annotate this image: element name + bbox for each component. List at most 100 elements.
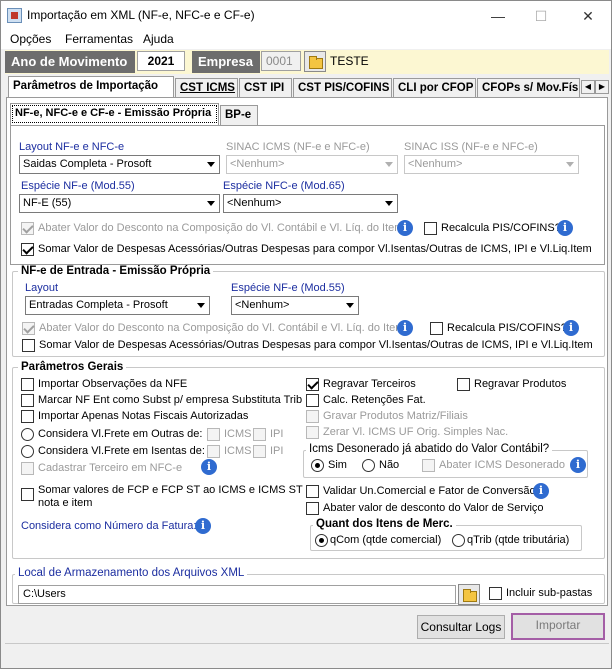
sinac-icms-select[interactable]: <Nenhum>: [226, 155, 398, 174]
tab-cst-pis[interactable]: CST PIS/COFINS: [293, 78, 392, 98]
folder-icon[interactable]: [458, 584, 480, 605]
gerais-title: Parâmetros Gerais: [18, 361, 127, 373]
especie-nfce-value: <Nenhum>: [227, 197, 282, 209]
maximize-button[interactable]: ☐: [526, 6, 556, 26]
info-icon[interactable]: i: [557, 220, 573, 236]
menu-opcoes[interactable]: Opções: [10, 32, 51, 46]
tab-scroll-left-icon[interactable]: ◀: [581, 80, 595, 94]
frete-outras-icms-label: ICMS: [224, 428, 252, 440]
validar-un-label: Validar Un.Comercial e Fator de Conversã…: [323, 485, 536, 497]
entrada-recalcula-checkbox[interactable]: [430, 322, 443, 335]
importar-obs-checkbox[interactable]: [21, 378, 34, 391]
calc-retencoes-checkbox[interactable]: [306, 394, 319, 407]
tab-cfops[interactable]: CFOPs s/ Mov.Fís: [477, 78, 580, 98]
qtrib-radio[interactable]: [452, 534, 465, 547]
tab-cli-cfop[interactable]: CLI por CFOP: [393, 78, 476, 98]
ano-field[interactable]: 2021: [137, 51, 185, 71]
entrada-somar-label: Somar Valor de Despesas Acessórias/Outra…: [39, 339, 593, 351]
local-path-input[interactable]: C:\Users: [18, 585, 456, 604]
info-icon[interactable]: i: [570, 457, 586, 473]
frete-isentas-icms-checkbox[interactable]: [207, 445, 220, 458]
deson-nao-radio[interactable]: [362, 459, 375, 472]
frete-isentas-ipi-label: IPI: [270, 445, 284, 457]
importar-autorizadas-checkbox[interactable]: [21, 410, 34, 423]
tab-cst-ipi-label: CST IPI: [244, 82, 285, 94]
chevron-down-icon: [203, 195, 219, 212]
chevron-down-icon: [381, 195, 397, 212]
frete-outras-icms-checkbox[interactable]: [207, 428, 220, 441]
regravar-produtos-checkbox[interactable]: [457, 378, 470, 391]
especie-nfce-label: Espécie NFC-e (Mod.65): [223, 180, 345, 192]
tab-cfops-label: CFOPs s/ Mov.Fís: [482, 82, 579, 94]
especie-nfe-select[interactable]: NF-E (55): [19, 194, 220, 213]
subtab-nfe[interactable]: NF-e, NFC-e e CF-e - Emissão Própria: [10, 103, 219, 125]
info-icon[interactable]: i: [533, 483, 549, 499]
frete-isentas-radio[interactable]: [21, 445, 34, 458]
icms-deson-title: Icms Desonerado já abatido do Valor Cont…: [306, 443, 553, 455]
tab-parametros[interactable]: Parâmetros de Importação: [8, 76, 174, 98]
info-icon[interactable]: i: [195, 518, 211, 534]
validar-un-checkbox[interactable]: [306, 485, 319, 498]
frete-isentas-ipi-checkbox[interactable]: [253, 445, 266, 458]
abater-desconto-checkbox[interactable]: [21, 222, 34, 235]
minimize-button[interactable]: —: [483, 6, 513, 26]
somar-fcp-checkbox[interactable]: [21, 488, 34, 501]
window-title: Importação em XML (NF-e, NFC-e e CF-e): [27, 8, 255, 22]
especie-nfce-select[interactable]: <Nenhum>: [223, 194, 398, 213]
incluir-sub-checkbox[interactable]: [489, 587, 502, 600]
menu-ferramentas[interactable]: Ferramentas: [65, 32, 133, 46]
entrada-somar-checkbox[interactable]: [22, 339, 35, 352]
deson-sim-radio[interactable]: [311, 459, 324, 472]
sinac-iss-select[interactable]: <Nenhum>: [404, 155, 579, 174]
entrada-especie-label: Espécie NF-e (Mod.55): [231, 282, 345, 294]
close-button[interactable]: ✕: [573, 6, 603, 26]
frete-outras-ipi-checkbox[interactable]: [253, 428, 266, 441]
consultar-logs-button[interactable]: Consultar Logs: [417, 615, 505, 639]
layout-value: Saidas Completa - Prosoft: [23, 158, 152, 170]
layout-select[interactable]: Saidas Completa - Prosoft: [19, 155, 220, 174]
deson-sim-label: Sim: [328, 459, 347, 471]
frete-isentas-icms-label: ICMS: [224, 445, 252, 457]
marcar-nf-label: Marcar NF Ent como Subst p/ empresa Subs…: [38, 394, 303, 406]
empresa-code-field[interactable]: 0001: [261, 51, 301, 71]
zerar-icms-label: Zerar Vl. ICMS UF Orig. Simples Nac.: [323, 426, 509, 438]
frete-outras-radio[interactable]: [21, 428, 34, 441]
somar-despesas-label: Somar Valor de Despesas Acessórias/Outra…: [38, 243, 592, 255]
importar-button[interactable]: Importar: [511, 613, 605, 640]
empresa-search-icon[interactable]: [304, 51, 326, 72]
info-icon[interactable]: i: [397, 320, 413, 336]
subtab-bpe[interactable]: BP-e: [220, 105, 258, 125]
recalcula-checkbox[interactable]: [424, 222, 437, 235]
somar-despesas-checkbox[interactable]: [21, 243, 34, 256]
entrada-title: NF-e de Entrada - Emissão Própria: [18, 265, 214, 277]
cadastrar-terceiro-checkbox[interactable]: [21, 462, 34, 475]
regravar-terceiros-checkbox[interactable]: [306, 378, 319, 391]
abater-deson-checkbox[interactable]: [422, 459, 435, 472]
tab-cst-ipi[interactable]: CST IPI: [239, 78, 292, 98]
entrada-layout-select[interactable]: Entradas Completa - Prosoft: [25, 296, 210, 315]
info-icon[interactable]: i: [397, 220, 413, 236]
chevron-down-icon: [193, 297, 209, 314]
tab-scroll-right-icon[interactable]: ▶: [595, 80, 609, 94]
entrada-recalcula-label: Recalcula PIS/COFINS?: [447, 322, 567, 334]
status-bar: [5, 643, 609, 665]
info-icon[interactable]: i: [201, 459, 217, 475]
info-icon[interactable]: i: [563, 320, 579, 336]
zerar-icms-checkbox[interactable]: [306, 426, 319, 439]
abater-servico-label: Abater valor de desconto do Valor de Ser…: [323, 502, 544, 514]
gravar-produtos-label: Gravar Produtos Matriz/Filiais: [323, 410, 468, 422]
marcar-nf-checkbox[interactable]: [21, 394, 34, 407]
entrada-especie-select[interactable]: <Nenhum>: [231, 296, 359, 315]
tab-cst-icms[interactable]: CST ICMS: [175, 78, 238, 98]
abater-servico-checkbox[interactable]: [306, 502, 319, 515]
gravar-produtos-checkbox[interactable]: [306, 410, 319, 423]
entrada-abater-checkbox[interactable]: [22, 322, 35, 335]
frete-isentas-label: Considera Vl.Frete em Isentas de:: [38, 445, 205, 457]
qcom-radio[interactable]: [315, 534, 328, 547]
frete-outras-label: Considera Vl.Frete em Outras de:: [38, 428, 203, 440]
deson-nao-label: Não: [379, 459, 400, 471]
local-title: Local de Armazenamento dos Arquivos XML: [15, 567, 248, 579]
menu-ajuda[interactable]: Ajuda: [143, 32, 174, 46]
frete-outras-ipi-label: IPI: [270, 428, 284, 440]
sinac-iss-label: SINAC ISS (NF-e e NFC-e): [404, 141, 538, 153]
